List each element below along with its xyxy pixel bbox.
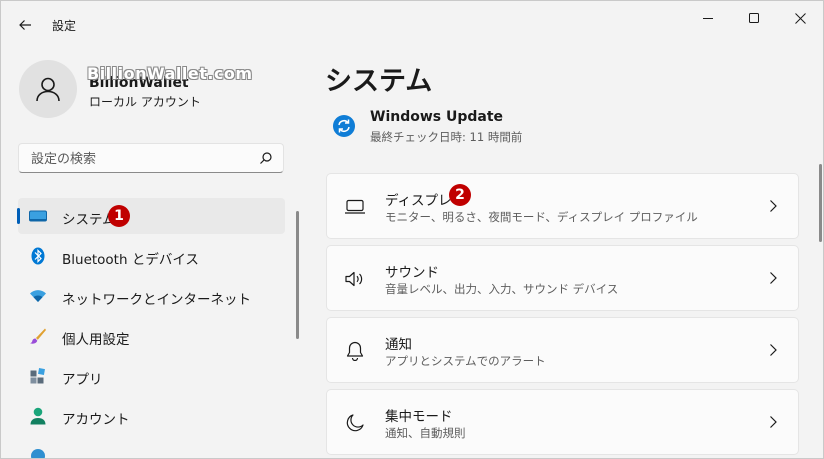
sidebar-item-system[interactable]: システム 1 <box>17 198 285 234</box>
app-title: 設定 <box>52 19 77 33</box>
sidebar-item-personalization[interactable]: 個人用設定 <box>18 318 285 354</box>
card-description: アプリとシステムでのアラート <box>385 354 546 368</box>
user-icon <box>36 77 60 102</box>
brush-icon <box>28 327 48 345</box>
display-card[interactable]: ディスプレイ モニター、明るさ、夜間モード、ディスプレイ プロファイル 2 <box>326 173 799 239</box>
bluetooth-icon <box>28 247 48 265</box>
chevron-right-icon <box>770 344 777 356</box>
back-arrow-icon <box>19 20 31 30</box>
close-button[interactable] <box>777 1 823 35</box>
sound-card[interactable]: サウンド 音量レベル、出力、入力、サウンド デバイス <box>326 245 799 311</box>
step-badge: 2 <box>449 184 471 206</box>
main-scrollbar[interactable] <box>819 164 822 242</box>
chevron-right-icon <box>770 200 777 212</box>
step-badge: 1 <box>108 205 130 227</box>
sidebar-item-label: 個人用設定 <box>62 332 130 348</box>
sidebar-item-accounts[interactable]: アカウント <box>18 398 285 434</box>
active-indicator <box>17 208 20 224</box>
card-title: 通知 <box>385 337 412 353</box>
minimize-button[interactable] <box>685 1 731 35</box>
settings-window: 設定 BillionWallet ローカル アカウント BillionWalle… <box>0 0 824 459</box>
account-type: ローカル アカウント <box>89 95 201 109</box>
display-icon <box>344 196 366 218</box>
search-input[interactable] <box>29 149 253 169</box>
chevron-right-icon <box>770 416 777 428</box>
card-description: モニター、明るさ、夜間モード、ディスプレイ プロファイル <box>385 210 698 224</box>
moon-icon <box>344 412 366 434</box>
bell-icon <box>344 340 366 362</box>
avatar[interactable] <box>19 60 77 118</box>
sidebar-item-apps[interactable]: アプリ <box>18 358 285 394</box>
chevron-right-icon <box>770 272 777 284</box>
sidebar-item-bluetooth[interactable]: Bluetooth とデバイス <box>18 238 285 274</box>
card-title: 集中モード <box>385 409 453 425</box>
minimize-icon <box>702 17 713 19</box>
title-bar: 設定 <box>1 1 823 45</box>
time-language-icon <box>28 447 48 458</box>
card-description: 通知、自動規則 <box>385 426 466 440</box>
windows-update-icon[interactable] <box>332 114 356 138</box>
account-icon <box>28 407 48 425</box>
close-icon <box>794 12 806 24</box>
sidebar-item-network[interactable]: ネットワークとインターネット <box>18 278 285 314</box>
sidebar-item-label: Bluetooth とデバイス <box>62 252 199 268</box>
page-title: システム <box>325 66 433 97</box>
watermark: BillionWallet.com <box>87 64 253 83</box>
search-box <box>18 143 284 173</box>
sidebar-item-label: アプリ <box>62 372 103 388</box>
focus-card[interactable]: 集中モード 通知、自動規則 <box>326 389 799 455</box>
back-button[interactable] <box>11 11 39 39</box>
card-description: 音量レベル、出力、入力、サウンド デバイス <box>385 282 619 296</box>
card-title: サウンド <box>385 265 439 281</box>
sound-icon <box>344 268 366 290</box>
windows-update-status: 最終チェック日時: 11 時間前 <box>370 130 523 144</box>
maximize-button[interactable] <box>731 1 777 35</box>
sidebar-scrollbar[interactable] <box>296 211 299 339</box>
windows-update-title[interactable]: Windows Update <box>370 109 503 125</box>
apps-icon <box>28 367 48 385</box>
search-icon[interactable] <box>259 151 273 165</box>
sidebar-item-label: ネットワークとインターネット <box>62 292 251 308</box>
notifications-card[interactable]: 通知 アプリとシステムでのアラート <box>326 317 799 383</box>
network-icon <box>28 287 48 305</box>
sidebar-item-label: アカウント <box>62 412 130 428</box>
sidebar-item-partial[interactable] <box>18 438 285 458</box>
system-icon <box>28 207 48 225</box>
maximize-icon <box>748 12 759 23</box>
